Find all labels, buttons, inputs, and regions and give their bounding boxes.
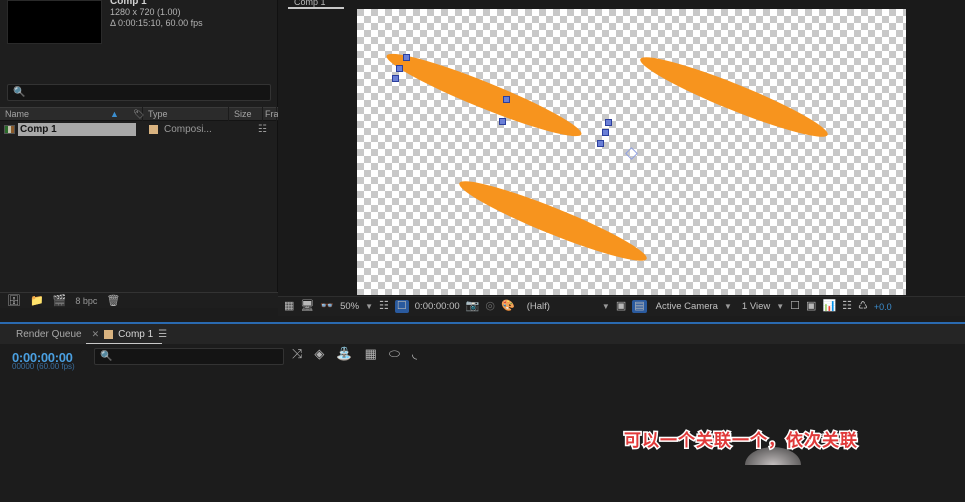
tab-comp1[interactable]: ✕ Comp 1 ☰ bbox=[92, 329, 168, 340]
project-bottom-toolbar: 🗄 📁 🎬 8 bpc 🗑 bbox=[0, 292, 278, 308]
composition-flowchart-icon[interactable]: ☷ bbox=[842, 301, 852, 312]
exposure-reset-icon[interactable]: ♺ bbox=[858, 301, 868, 312]
after-effects-window: Comp 1 1280 x 720 (1.00) Δ 0:00:15:10, 6… bbox=[0, 0, 965, 502]
view-layout-value[interactable]: 1 View bbox=[742, 301, 770, 312]
selection-handle-bl[interactable] bbox=[392, 75, 399, 82]
label-tag-icon: 🏷 bbox=[133, 109, 144, 120]
region-of-interest-icon[interactable]: ☐ bbox=[395, 300, 409, 313]
new-folder-icon[interactable]: 🗄 bbox=[7, 294, 21, 307]
panel-menu-icon[interactable]: ☰ bbox=[158, 329, 167, 340]
camera-select-value[interactable]: Active Camera bbox=[656, 301, 718, 312]
project-comp-title: Comp 1 bbox=[110, 0, 203, 7]
comp-color-swatch bbox=[104, 330, 113, 339]
exposure-value[interactable]: +0.0 bbox=[874, 302, 892, 312]
timeline-frame-info: 00000 (60.00 fps) bbox=[12, 362, 75, 371]
toggle-transparency-grid-icon[interactable]: ▦ bbox=[284, 301, 294, 312]
timeline-panel: Render Queue ✕ Comp 1 ☰ 0:00:00:00 00000… bbox=[0, 322, 965, 502]
composition-link-icon: ☷ bbox=[258, 124, 267, 135]
transparency-toggle-icon[interactable]: ▤ bbox=[632, 300, 646, 313]
project-item-label[interactable]: Comp 1 bbox=[18, 123, 136, 136]
timeline-tab-bar: Render Queue ✕ Comp 1 ☰ bbox=[0, 324, 965, 344]
composition-viewer-panel: Comp 1 bbox=[278, 0, 965, 308]
label-color-swatch[interactable] bbox=[149, 125, 158, 134]
timeline-controls: 0:00:00:00 00000 (60.00 fps) 🔍 ⤨ ◈ ⛲ ▦ ⬭… bbox=[0, 344, 458, 370]
selection-handle-tm[interactable] bbox=[503, 96, 510, 103]
selection-handle-bm[interactable] bbox=[499, 118, 506, 125]
hide-shy-layers-icon[interactable]: ⛲ bbox=[336, 346, 352, 362]
selection-handle-mr[interactable] bbox=[602, 129, 609, 136]
selection-handle-br[interactable] bbox=[597, 140, 604, 147]
resolution-chevron-down-icon[interactable]: ▼ bbox=[602, 302, 610, 311]
channel-rgb-icon[interactable]: 🎨 bbox=[501, 301, 515, 312]
zoom-chevron-down-icon[interactable]: ▼ bbox=[365, 302, 373, 311]
render-preview-icon[interactable]: 🖥 bbox=[300, 301, 314, 312]
zoom-level-value[interactable]: 50% bbox=[340, 301, 359, 312]
timeline-search-input[interactable] bbox=[116, 351, 274, 362]
project-item-type-cell: Composi... bbox=[143, 124, 229, 135]
tab-render-queue[interactable]: Render Queue bbox=[16, 329, 82, 340]
tab-comp1-label: Comp 1 bbox=[118, 329, 153, 340]
project-col-type[interactable]: Type bbox=[143, 107, 229, 121]
project-comp-dimensions: 1280 x 720 (1.00) bbox=[110, 7, 203, 18]
show-snapshot-icon[interactable]: ◎ bbox=[485, 301, 495, 312]
draft-3d-icon[interactable]: ◈ bbox=[314, 346, 324, 362]
selection-handle-tr[interactable] bbox=[605, 119, 612, 126]
composition-mini-flowchart-icon[interactable]: ⤨ bbox=[292, 346, 302, 362]
timeline-search-box[interactable]: 🔍 bbox=[94, 348, 284, 365]
search-icon: 🔍 bbox=[13, 87, 25, 98]
delete-icon[interactable]: 🗑 bbox=[106, 294, 120, 307]
active-tab-underline bbox=[288, 7, 344, 9]
project-panel: Comp 1 1280 x 720 (1.00) Δ 0:00:15:10, 6… bbox=[0, 0, 278, 308]
project-thumbnail bbox=[7, 0, 102, 44]
project-list-item-comp1[interactable]: Comp 1 Composi... ☷ bbox=[0, 122, 278, 137]
project-search-box[interactable]: 🔍 bbox=[7, 84, 271, 101]
project-item-name-cell[interactable]: Comp 1 bbox=[0, 122, 143, 137]
fast-previews-icon[interactable]: ▣ bbox=[616, 301, 626, 312]
timeline-link-icon[interactable]: ▣ bbox=[806, 301, 816, 312]
selection-handle-ml[interactable] bbox=[396, 65, 403, 72]
project-search-input[interactable] bbox=[29, 87, 259, 98]
motion-blur-icon[interactable]: ⬭ bbox=[389, 346, 400, 362]
sort-ascending-icon[interactable]: ▲ bbox=[110, 109, 119, 119]
project-col-name[interactable]: Name bbox=[0, 107, 143, 121]
folder-icon[interactable]: 📁 bbox=[30, 294, 44, 307]
composition-canvas[interactable] bbox=[357, 9, 906, 295]
new-composition-icon[interactable]: 🎬 bbox=[53, 294, 67, 307]
resolution-value[interactable]: (Half) bbox=[527, 301, 550, 312]
grid-guides-icon[interactable]: ☷ bbox=[379, 301, 389, 312]
viewer-toolbar: ▦ 🖥 👓 50% ▼ ☷ ☐ 0:00:00:00 📷 ◎ 🎨 (Half) … bbox=[278, 296, 965, 316]
graph-icon[interactable]: 📊 bbox=[822, 301, 836, 312]
selection-handle-tl[interactable] bbox=[403, 54, 410, 61]
search-icon: 🔍 bbox=[100, 351, 112, 362]
composition-tab-label[interactable]: Comp 1 bbox=[294, 0, 326, 7]
project-comp-duration: Δ 0:00:15:10, 60.00 fps bbox=[110, 18, 203, 29]
annotation-text: 可以一个关联一个，依次关联 bbox=[624, 426, 858, 451]
graph-editor-icon[interactable]: ◟ bbox=[412, 346, 417, 362]
close-icon[interactable]: ✕ bbox=[92, 329, 100, 340]
bit-depth-label[interactable]: 8 bpc bbox=[75, 296, 97, 306]
frame-blending-icon[interactable]: ▦ bbox=[365, 346, 377, 362]
pixel-aspect-icon[interactable]: ☐ bbox=[790, 301, 800, 312]
project-item-type-label: Composi... bbox=[164, 124, 212, 135]
project-col-size[interactable]: Size bbox=[229, 107, 263, 121]
view-chevron-down-icon[interactable]: ▼ bbox=[776, 302, 784, 311]
project-item-metadata: Comp 1 1280 x 720 (1.00) Δ 0:00:15:10, 6… bbox=[110, 0, 203, 29]
snapshot-camera-icon[interactable]: 📷 bbox=[466, 301, 480, 312]
timeline-tool-buttons: ⤨ ◈ ⛲ ▦ ⬭ ◟ bbox=[292, 346, 417, 362]
composition-tab-bar: Comp 1 bbox=[278, 0, 965, 9]
3d-glasses-icon[interactable]: 👓 bbox=[320, 301, 334, 312]
composition-thumb-icon bbox=[4, 125, 15, 134]
viewer-timecode[interactable]: 0:00:00:00 bbox=[415, 301, 460, 312]
camera-chevron-down-icon[interactable]: ▼ bbox=[724, 302, 732, 311]
project-col-frame[interactable]: Fram bbox=[263, 107, 277, 121]
